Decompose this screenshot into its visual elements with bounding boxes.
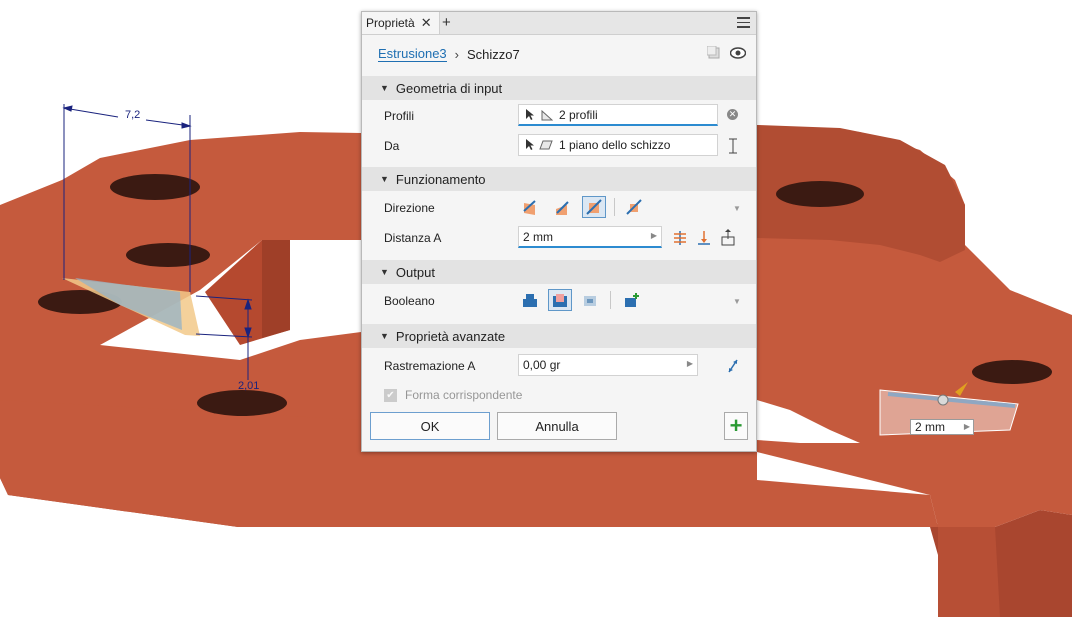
taper-label: Rastremazione A [384, 359, 476, 373]
pointer-icon [526, 139, 534, 150]
breadcrumb-feature-link[interactable]: Estrusione3 [378, 46, 447, 62]
cut-icon[interactable] [548, 289, 572, 311]
section-header-output[interactable]: ▼ Output [362, 260, 756, 284]
boolean-label: Booleano [384, 294, 435, 308]
header-icons [707, 46, 746, 59]
copy-icon[interactable] [707, 46, 720, 59]
ok-button[interactable]: OK [370, 412, 490, 440]
plane-icon [539, 140, 553, 150]
dimension-label-height[interactable]: 2,01 [238, 380, 259, 392]
direction-label: Direzione [384, 201, 435, 215]
apply-plus-button[interactable]: + [724, 412, 748, 440]
distance-mode-icon[interactable] [672, 230, 688, 246]
new-solid-icon[interactable] [620, 289, 644, 311]
from-label: Da [384, 139, 400, 153]
section-title: Proprietà avanzate [395, 328, 506, 344]
section-header-advanced[interactable]: ▼ Proprietà avanzate [362, 324, 756, 348]
pointer-icon [526, 108, 534, 120]
slot-wall-dark [262, 240, 290, 338]
hole [972, 360, 1052, 384]
check-icon: ✔ [384, 388, 397, 402]
separator [610, 291, 611, 309]
direction-default-icon[interactable] [518, 196, 542, 218]
direction-asymmetric-icon[interactable] [622, 196, 646, 218]
profiles-value: 2 profili [559, 107, 598, 122]
close-icon[interactable]: ✕ [421, 15, 432, 31]
extent-input-value: 2 mm [915, 420, 945, 434]
direction-flipped-icon[interactable] [550, 196, 574, 218]
tab-title: Proprietà [366, 16, 415, 30]
collapse-triangle-icon: ▼ [380, 267, 389, 277]
distance-value: 2 mm [523, 229, 553, 244]
dropdown-arrow-icon[interactable]: ▼ [733, 297, 741, 306]
menu-icon[interactable] [737, 15, 750, 28]
from-selector[interactable]: 1 piano dello schizzo [518, 134, 718, 156]
spin-arrow-icon[interactable]: ▶ [964, 422, 970, 431]
match-shape-checkbox[interactable]: ✔ Forma corrispondente [384, 388, 522, 402]
breadcrumb-separator: › [454, 46, 459, 62]
flip-taper-icon[interactable] [726, 358, 740, 374]
breadcrumb: Estrusione3 › Schizzo7 [378, 46, 520, 62]
add-tab-icon[interactable]: + [442, 14, 451, 31]
row-distance: Distanza A 2 mm ▶ [362, 224, 756, 252]
row-direction: Direzione ▼ [362, 194, 756, 222]
distance-label: Distanza A [384, 231, 442, 245]
eye-icon[interactable] [730, 46, 746, 59]
row-from: Da 1 piano dello schizzo [362, 132, 756, 160]
from-value: 1 piano dello schizzo [559, 138, 671, 152]
collapse-triangle-icon: ▼ [380, 174, 389, 184]
extent-input[interactable]: 2 mm ▶ [910, 419, 974, 435]
hole [776, 181, 864, 207]
taper-value: 0,00 gr [523, 358, 561, 372]
hole [126, 243, 210, 267]
match-shape-label: Forma corrispondente [405, 388, 523, 402]
distance-input[interactable]: 2 mm ▶ [518, 226, 662, 248]
section-title: Geometria di input [395, 80, 503, 96]
dropdown-arrow-icon[interactable]: ▼ [733, 204, 741, 213]
section-title: Output [395, 264, 435, 280]
properties-panel: Proprietà ✕ + Estrusione3 › Schizzo7 ▼ G… [361, 11, 757, 452]
direction-symmetric-icon[interactable] [582, 196, 606, 218]
cancel-button[interactable]: Annulla [497, 412, 617, 440]
tab-bar: Proprietà ✕ + [362, 12, 756, 35]
hole [197, 390, 287, 416]
profiles-selector[interactable]: 2 profili [518, 104, 718, 126]
tab-properties[interactable]: Proprietà ✕ [362, 12, 440, 34]
dimension-label-width[interactable]: 7,2 [125, 109, 140, 121]
clear-selection-icon[interactable]: ✕ [727, 109, 738, 120]
intersect-icon[interactable] [578, 289, 602, 311]
profiles-label: Profili [384, 109, 415, 123]
join-icon[interactable] [518, 289, 542, 311]
offset-icon[interactable] [728, 138, 738, 154]
row-boolean: Booleano ▼ [362, 287, 756, 315]
plate-right-face [938, 527, 1000, 617]
through-all-icon[interactable] [720, 229, 736, 246]
spin-arrow-icon[interactable]: ▶ [651, 231, 657, 240]
collapse-triangle-icon: ▼ [380, 331, 389, 341]
hole [110, 174, 200, 200]
separator [614, 198, 615, 216]
taper-input[interactable]: 0,00 gr ▶ [518, 354, 698, 376]
spin-arrow-icon[interactable]: ▶ [687, 359, 693, 368]
profile-icon [541, 109, 553, 120]
row-profiles: Profili 2 profili ✕ [362, 102, 756, 130]
breadcrumb-sketch[interactable]: Schizzo7 [467, 47, 520, 62]
to-face-icon[interactable] [696, 230, 712, 246]
section-header-behavior[interactable]: ▼ Funzionamento [362, 167, 756, 191]
row-taper: Rastremazione A 0,00 gr ▶ [362, 352, 756, 380]
section-title: Funzionamento [395, 171, 486, 187]
extrusion-manipulator[interactable] [937, 394, 949, 406]
section-header-input-geometry[interactable]: ▼ Geometria di input [362, 76, 756, 100]
collapse-triangle-icon: ▼ [380, 83, 389, 93]
